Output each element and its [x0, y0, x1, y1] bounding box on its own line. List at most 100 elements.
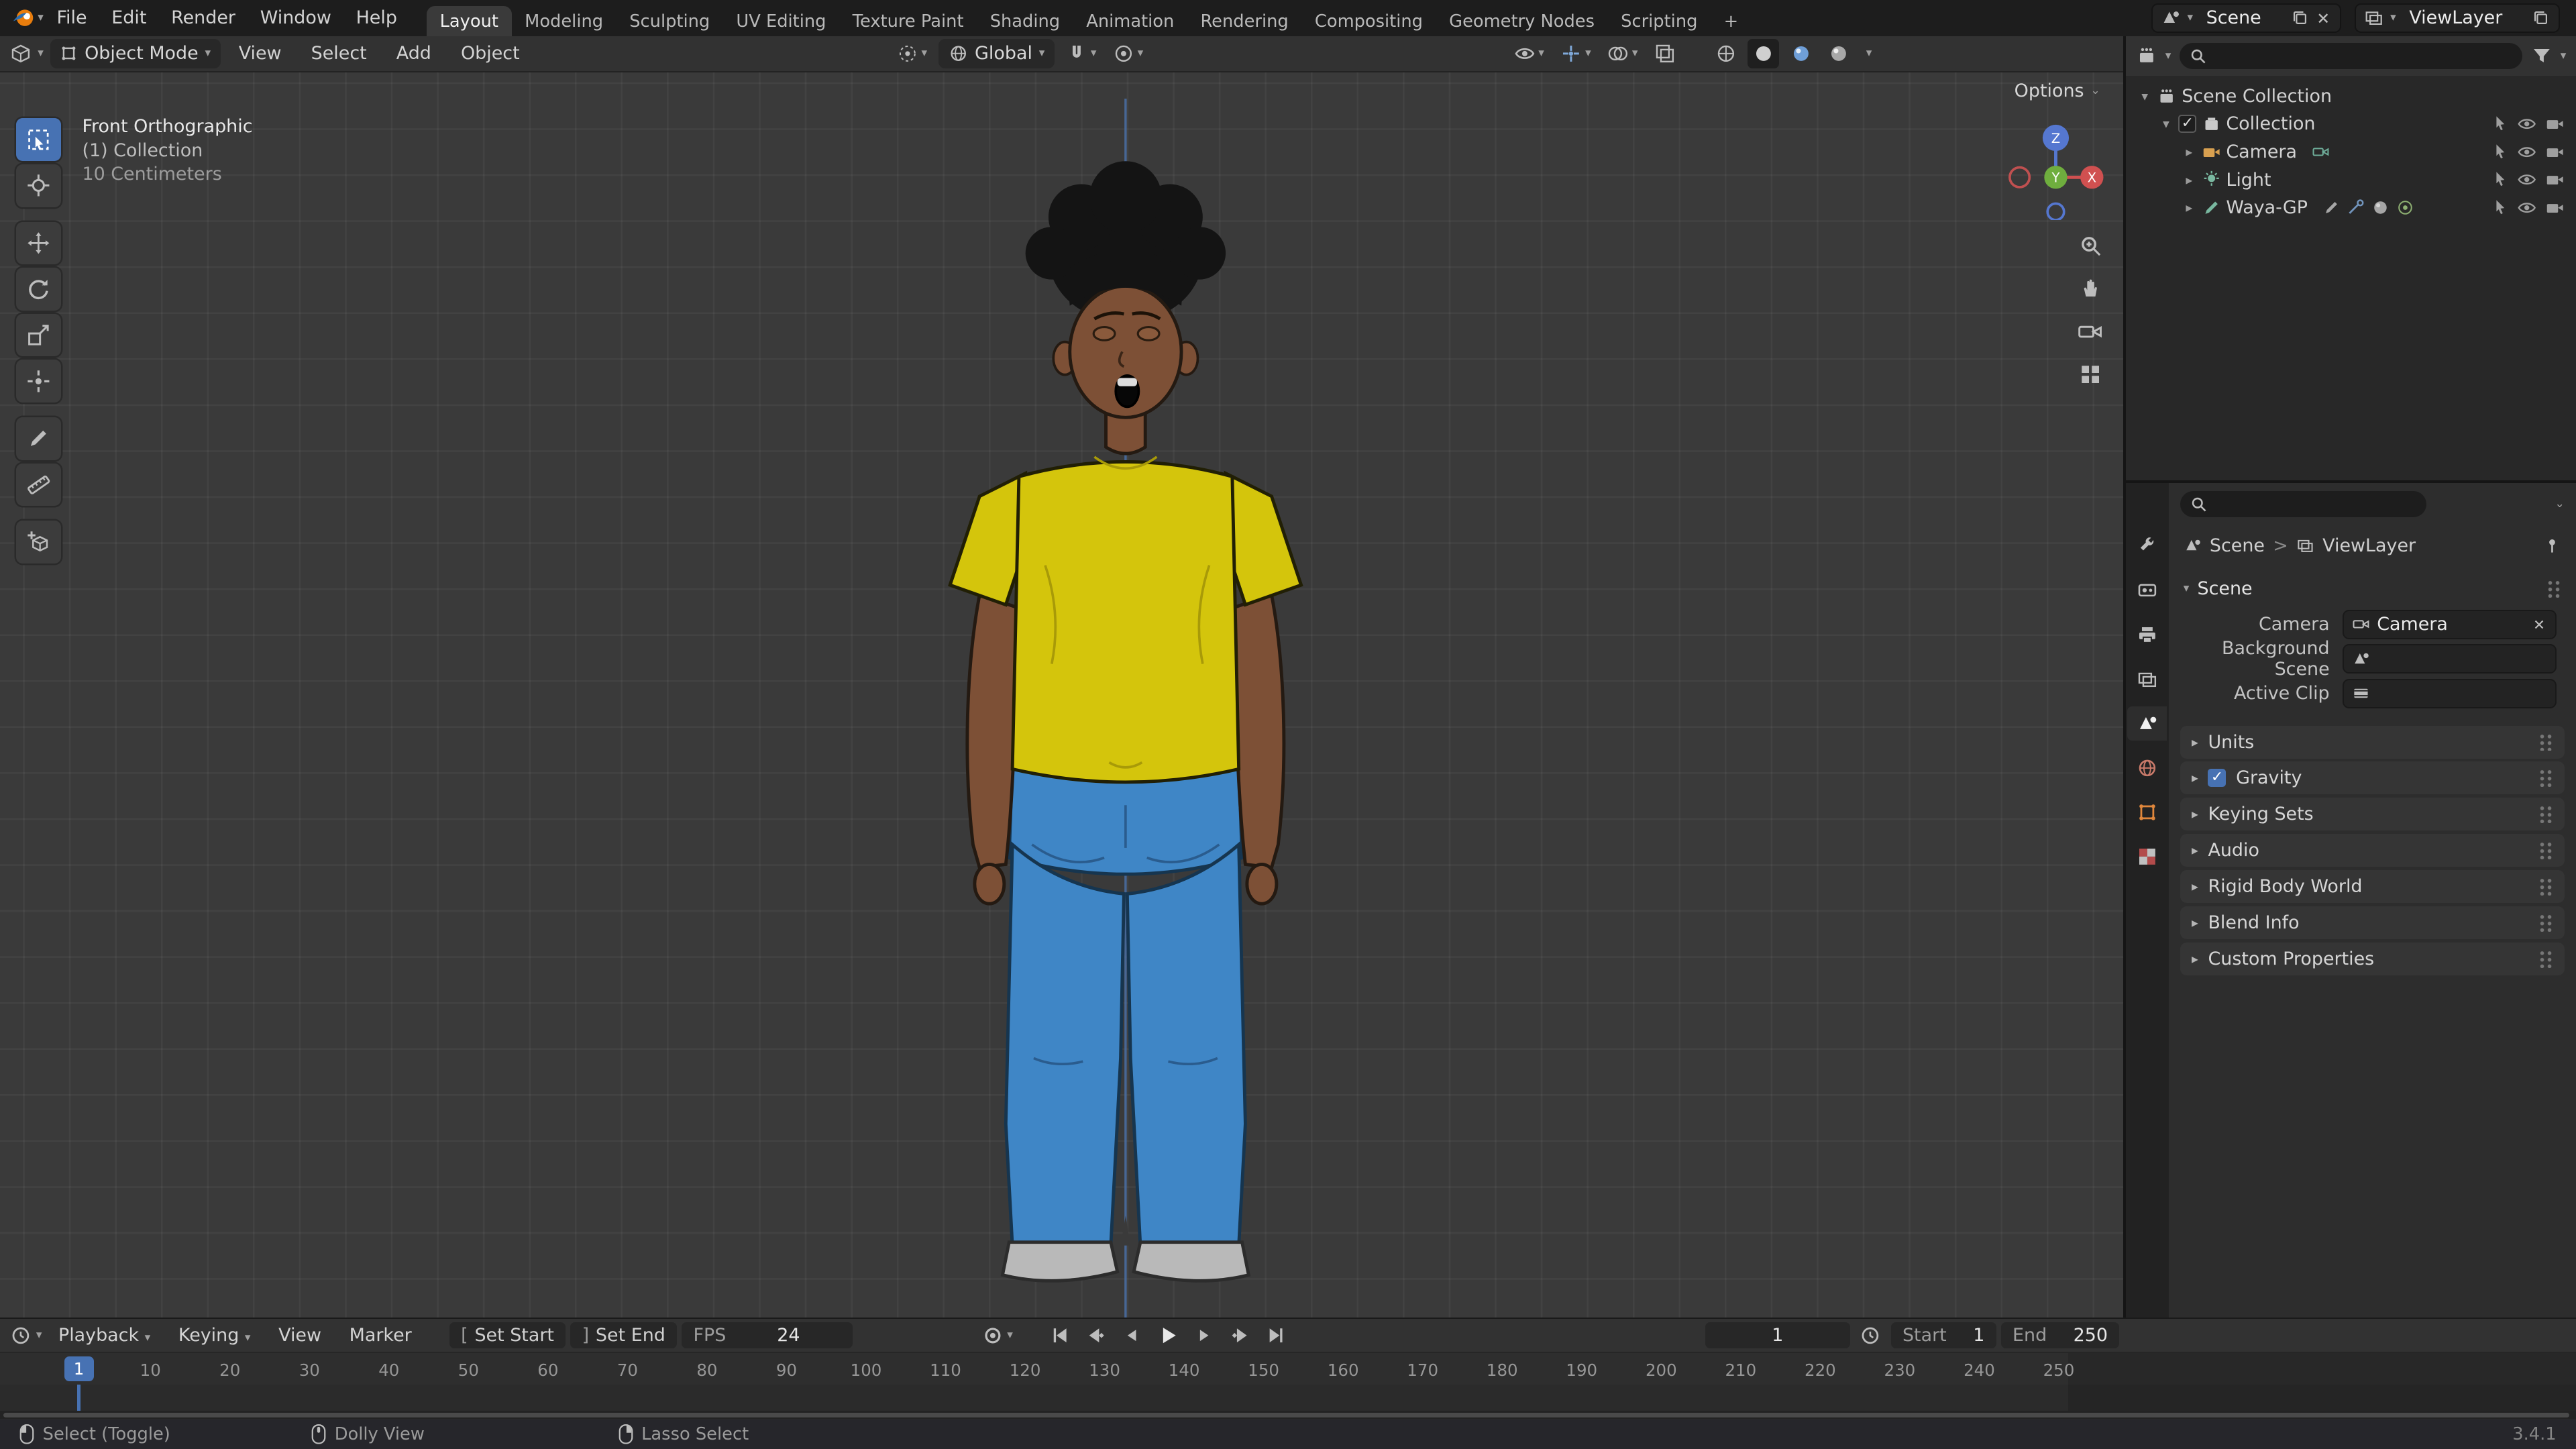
playhead-chip[interactable]: 1: [64, 1356, 94, 1381]
drag-handle[interactable]: [2538, 914, 2553, 932]
timeline-editor-icon[interactable]: [10, 1325, 32, 1346]
shading-solid-button[interactable]: [1748, 39, 1779, 68]
section-keying-sets[interactable]: ▸Keying Sets: [2180, 798, 2565, 830]
workspace-tab-compositing[interactable]: Compositing: [1301, 6, 1436, 36]
disclosure-icon[interactable]: ▸: [2182, 144, 2196, 160]
camera-data-icon[interactable]: [2312, 143, 2330, 161]
menu-add[interactable]: Add: [385, 40, 443, 67]
tool-rotate[interactable]: [16, 268, 60, 311]
workspace-tab-geometry-nodes[interactable]: Geometry Nodes: [1436, 6, 1608, 36]
menu-file[interactable]: File: [45, 5, 98, 32]
current-frame-field[interactable]: 1: [1705, 1322, 1850, 1348]
show-gizmo-dropdown[interactable]: ▾: [1556, 39, 1596, 68]
menu-playback[interactable]: Playback ▾: [47, 1322, 162, 1349]
timeline-ruler[interactable]: 1 10203040506070809010011012013014015016…: [0, 1352, 2576, 1385]
new-viewlayer-icon[interactable]: [2532, 9, 2550, 27]
menu-render[interactable]: Render: [160, 5, 247, 32]
outliner-row-camera[interactable]: ▸ Camera: [2129, 138, 2573, 166]
gravity-checkbox[interactable]: ✓: [2208, 769, 2226, 787]
workspace-tab-sculpting[interactable]: Sculpting: [616, 6, 723, 36]
hide-eye-icon[interactable]: [2517, 170, 2536, 189]
fps-field[interactable]: FPS 24: [682, 1322, 853, 1348]
zoom-icon[interactable]: [2078, 233, 2103, 258]
workspace-tab-layout[interactable]: Layout: [427, 6, 512, 36]
tab-world[interactable]: [2127, 751, 2167, 785]
pivot-point-dropdown[interactable]: ▾: [892, 39, 932, 68]
camera-field[interactable]: Camera: [2343, 610, 2556, 639]
menu-object[interactable]: Object: [449, 40, 531, 67]
material-icon[interactable]: [2371, 199, 2390, 217]
menu-edit[interactable]: Edit: [100, 5, 158, 32]
modifier-icon[interactable]: [2347, 199, 2365, 217]
camera-view-icon[interactable]: [2077, 319, 2103, 345]
collection-checkbox[interactable]: ✓: [2178, 115, 2196, 133]
outliner-editor-icon[interactable]: [2136, 45, 2157, 66]
close-icon[interactable]: [2315, 10, 2331, 26]
mode-dropdown[interactable]: Object Mode ▾: [50, 39, 221, 68]
transform-orientation-dropdown[interactable]: Global ▾: [938, 39, 1055, 68]
tab-view-layer[interactable]: [2127, 662, 2167, 696]
chevron-down-icon[interactable]: ▾: [2561, 50, 2567, 62]
workspace-tab-uv-editing[interactable]: UV Editing: [723, 6, 839, 36]
background-scene-field[interactable]: [2343, 644, 2556, 674]
menu-help[interactable]: Help: [344, 5, 409, 32]
hide-eye-icon[interactable]: [2517, 198, 2536, 217]
scene-selector[interactable]: ▾ Scene: [2151, 3, 2341, 33]
new-scene-icon[interactable]: [2291, 9, 2309, 27]
set-start-button[interactable]: [Set Start: [449, 1322, 566, 1348]
shading-material-button[interactable]: [1786, 39, 1817, 68]
jump-to-start-button[interactable]: [1044, 1322, 1075, 1348]
tab-scene[interactable]: [2127, 706, 2167, 741]
pan-hand-icon[interactable]: [2078, 276, 2103, 301]
disable-render-icon[interactable]: [2545, 170, 2565, 189]
menu-marker[interactable]: Marker: [338, 1322, 423, 1349]
chevron-down-icon[interactable]: ▾: [36, 1330, 42, 1341]
snap-toggle[interactable]: ▾: [1061, 39, 1102, 68]
playhead-line[interactable]: [77, 1385, 80, 1411]
drag-handle[interactable]: [2538, 877, 2553, 896]
auto-keying-button[interactable]: ▾: [977, 1321, 1018, 1350]
menu-keying[interactable]: Keying ▾: [167, 1322, 262, 1349]
disclosure-icon[interactable]: ▾: [2159, 116, 2174, 131]
workspace-tab-shading[interactable]: Shading: [977, 6, 1073, 36]
tool-add-cube[interactable]: [16, 521, 60, 564]
editor-type-icon[interactable]: [10, 43, 32, 64]
breadcrumb-viewlayer[interactable]: ViewLayer: [2322, 535, 2416, 556]
shading-wireframe-button[interactable]: [1710, 39, 1741, 68]
set-end-button[interactable]: ]Set End: [570, 1322, 677, 1348]
tool-measure[interactable]: [16, 464, 60, 506]
timeline-tracks[interactable]: [0, 1385, 2576, 1411]
tool-annotate[interactable]: [16, 417, 60, 460]
filter-icon[interactable]: [2531, 45, 2553, 66]
tool-cursor[interactable]: [16, 164, 60, 207]
preview-range-icon[interactable]: [1860, 1325, 1881, 1346]
drag-handle[interactable]: [2538, 950, 2553, 968]
hide-eye-icon[interactable]: [2517, 114, 2536, 133]
panel-drag-handle[interactable]: [2546, 580, 2561, 598]
tool-scale[interactable]: [16, 314, 60, 357]
next-frame-button[interactable]: [1189, 1322, 1220, 1348]
animation-data-icon[interactable]: [2396, 199, 2414, 217]
scene-panel-header[interactable]: ▾ Scene: [2169, 565, 2576, 607]
tab-render[interactable]: [2127, 574, 2167, 608]
outliner-row-scene-collection[interactable]: ▾ Scene Collection: [2129, 82, 2573, 110]
menu-window[interactable]: Window: [249, 5, 343, 32]
chevron-down-icon[interactable]: ⌄: [2555, 498, 2565, 510]
timeline-scrollbar[interactable]: [0, 1411, 2576, 1419]
drag-handle[interactable]: [2538, 841, 2553, 859]
workspace-tab-texture-paint[interactable]: Texture Paint: [839, 6, 977, 36]
viewport-options-dropdown[interactable]: Options⌄: [2015, 80, 2100, 101]
selectable-icon[interactable]: [2491, 142, 2509, 160]
active-clip-field[interactable]: [2343, 679, 2556, 708]
tab-output[interactable]: [2127, 618, 2167, 652]
section-custom-properties[interactable]: ▸Custom Properties: [2180, 943, 2565, 975]
chevron-down-icon[interactable]: ▾: [2165, 50, 2171, 62]
outliner-row-collection[interactable]: ▾ ✓ Collection: [2129, 110, 2573, 138]
workspace-tab-scripting[interactable]: Scripting: [1608, 6, 1711, 36]
selectable-icon[interactable]: [2491, 170, 2509, 188]
grease-pencil-character[interactable]: [0, 72, 2123, 1318]
toggle-ortho-icon[interactable]: [2079, 363, 2102, 386]
section-audio[interactable]: ▸Audio: [2180, 834, 2565, 867]
viewport-canvas[interactable]: Front Orthographic (1) Collection 10 Cen…: [0, 72, 2123, 1318]
disable-render-icon[interactable]: [2545, 198, 2565, 217]
